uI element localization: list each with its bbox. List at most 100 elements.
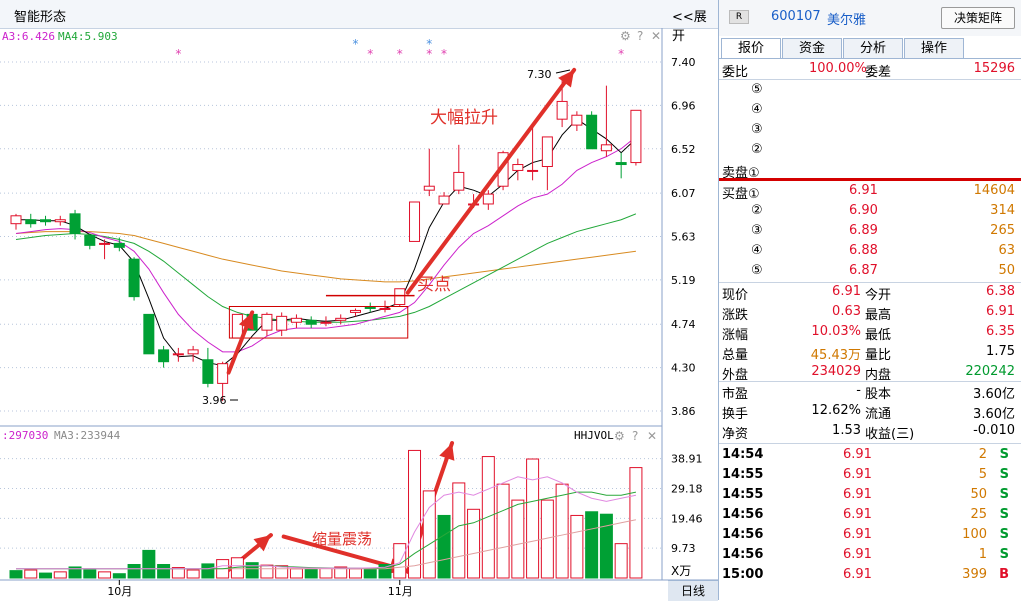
volume-bar <box>437 514 451 579</box>
stat-label: 涨幅 <box>722 328 749 343</box>
buy-row: ③ 6.89 265 <box>719 221 1021 241</box>
candle-body <box>187 349 199 355</box>
sell-level-label: ④ <box>751 102 763 117</box>
candle-body <box>172 353 184 356</box>
close-icon: ✕ <box>651 29 661 43</box>
volume-bar <box>408 449 422 579</box>
candle-body <box>25 219 37 225</box>
volume-bar <box>481 456 495 579</box>
volume-bar <box>319 567 333 579</box>
price-chart[interactable]: 7.40 6.96 6.52 6.07 5.63 5.19 4.74 4.30 3.86 38.9… <box>0 0 718 600</box>
decision-matrix-button[interactable]: 决策矩阵 <box>941 7 1015 29</box>
candle-body <box>571 114 583 126</box>
sell-level-label: ⑤ <box>751 82 763 97</box>
volume-tick-label: 38.91 <box>671 453 703 466</box>
volume-bar <box>289 568 303 579</box>
candle-body <box>453 171 465 191</box>
stock-name: 美尔雅 <box>827 13 867 28</box>
stat-label: 流通 <box>865 407 892 422</box>
stat-value: 6.91 <box>832 284 861 299</box>
candle-body <box>99 242 111 245</box>
tick-side: S <box>999 507 1009 522</box>
candle-body <box>143 313 155 355</box>
tab-operation[interactable]: 操作 <box>904 38 964 58</box>
volume-bar <box>157 564 171 579</box>
tab-analysis[interactable]: 分析 <box>843 38 903 58</box>
candle-body <box>600 144 612 152</box>
tick-row: 14:56 6.91 100 S <box>719 525 1021 545</box>
stat-label: 今开 <box>865 288 892 303</box>
sell-row: ④ <box>719 100 1021 120</box>
tick-volume: 25 <box>970 507 987 522</box>
price-tick-label: 4.30 <box>671 362 696 375</box>
stat-value: 0.63 <box>832 304 861 319</box>
buy-price: 6.91 <box>849 183 878 198</box>
candle-body <box>40 219 52 223</box>
stat-value: 220242 <box>965 364 1015 379</box>
tick-time: 14:56 <box>722 527 764 542</box>
volume-bar <box>363 568 377 579</box>
tick-time: 14:56 <box>722 507 764 522</box>
buy-price: 6.90 <box>849 203 878 218</box>
tick-time: 14:55 <box>722 487 764 502</box>
volume-bar <box>570 514 584 579</box>
tab-quote[interactable]: 报价 <box>721 38 781 58</box>
tick-price: 6.91 <box>843 547 872 562</box>
shrink-annotation: 缩量震荡 <box>312 530 372 548</box>
buy-row: ⑤ 6.87 50 <box>719 261 1021 281</box>
tick-volume: 1 <box>978 547 987 562</box>
stat-label: 总量 <box>722 348 749 363</box>
help-icon: ? <box>637 29 643 43</box>
volume-bar <box>245 562 259 579</box>
stats-row: 外盘 234029 内盘 220242 <box>719 362 1021 383</box>
candle-body <box>113 242 125 248</box>
buy-row: ④ 6.88 63 <box>719 241 1021 261</box>
stock-code: 600107 <box>771 9 821 24</box>
buy-volume: 14604 <box>973 183 1015 198</box>
stat-value: 1.75 <box>986 344 1015 359</box>
candle-body <box>482 193 494 205</box>
volume-bar <box>127 564 141 579</box>
price-tick-label: 5.19 <box>671 274 696 287</box>
stat-value: 234029 <box>811 364 861 379</box>
sell-level-label: ② <box>751 142 763 157</box>
tick-price: 6.91 <box>843 467 872 482</box>
vol-indicator-name: HHJVOL <box>574 429 614 442</box>
volume-bar <box>24 569 38 579</box>
tick-row: 14:54 6.91 2 S <box>719 445 1021 465</box>
chart-panel: 智能形态 <<展开 7.40 6.96 6.52 6.07 5.63 5.19 4.74 4.… <box>0 0 719 601</box>
stat-label: 净资 <box>722 427 749 442</box>
volume-bar <box>304 568 318 579</box>
tab-funds[interactable]: 资金 <box>782 38 842 58</box>
stat-label: 现价 <box>722 288 749 303</box>
tick-price: 6.91 <box>843 507 872 522</box>
weibi-row: 委比 100.00% 委差 15296 <box>719 59 1021 80</box>
volume-bar <box>98 571 112 579</box>
candle-body <box>335 317 347 321</box>
candle-body <box>512 164 524 171</box>
buy-level-label: 买盘① <box>722 187 760 202</box>
candle-body <box>320 321 332 324</box>
volume-unit: X万 <box>671 564 692 578</box>
stat-label: 涨跌 <box>722 308 749 323</box>
candle-body <box>128 258 140 298</box>
signal-star-icon: * <box>426 47 432 61</box>
tick-row: 14:56 6.91 25 S <box>719 505 1021 525</box>
buy-row: ② 6.90 314 <box>719 201 1021 221</box>
buy-price: 6.87 <box>849 263 878 278</box>
tick-row: 14:55 6.91 5 S <box>719 465 1021 485</box>
price-tick-label: 5.63 <box>671 231 696 244</box>
price-tick-label: 7.40 <box>671 56 696 69</box>
price-tick-label: 6.07 <box>671 187 696 200</box>
stat-label: 最高 <box>865 308 892 323</box>
volume-bar <box>112 573 126 579</box>
buy-point-annotation: 买点 <box>417 275 451 295</box>
candle-body <box>54 219 66 223</box>
candle-body <box>615 162 627 166</box>
buy-volume: 314 <box>990 203 1015 218</box>
price-tick-label: 6.96 <box>671 99 696 112</box>
volume-bar <box>467 508 481 579</box>
stat-value: 6.35 <box>986 324 1015 339</box>
tick-price: 6.91 <box>843 447 872 462</box>
daily-tab[interactable]: 日线 <box>668 580 718 601</box>
